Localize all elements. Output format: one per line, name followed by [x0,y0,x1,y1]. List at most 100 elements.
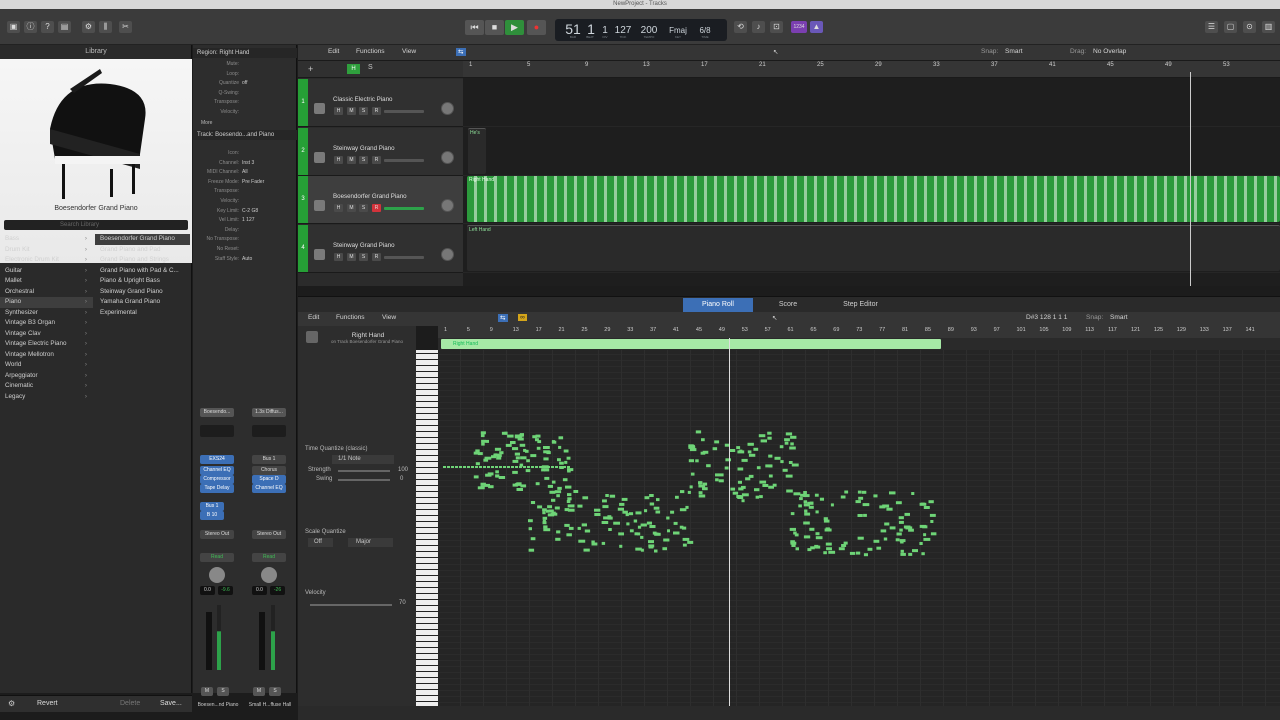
midi-note[interactable] [628,512,634,516]
category-item[interactable]: World › [0,360,93,371]
strip2-mute[interactable]: M [253,687,265,696]
midi-note[interactable] [814,493,819,497]
strip1-fader[interactable] [206,612,212,670]
midi-note[interactable] [666,516,670,520]
midi-note[interactable] [900,549,904,553]
editors-button[interactable]: ✂ [119,21,132,33]
midi-note[interactable] [841,544,847,547]
midi-note[interactable] [904,512,911,516]
track-name[interactable]: Steinway Grand Piano [333,242,395,249]
strip1-output[interactable]: Stereo Out [200,530,234,539]
strip1-setting[interactable]: Boesendo... [200,408,234,417]
midi-note[interactable] [488,485,494,489]
midi-note[interactable] [855,551,861,555]
record-arm-button[interactable]: R [372,107,381,115]
midi-note[interactable] [714,440,720,444]
midi-note[interactable] [542,511,546,515]
midi-note[interactable] [889,526,896,530]
midi-note[interactable] [895,538,900,542]
midi-note[interactable] [551,511,556,515]
midi-note[interactable] [499,466,502,468]
midi-note[interactable] [736,446,741,450]
midi-note[interactable] [803,491,807,494]
midi-note[interactable] [923,533,927,537]
midi-note[interactable] [670,510,675,514]
midi-note[interactable] [809,527,815,531]
midi-note[interactable] [566,500,571,503]
midi-note[interactable] [523,448,527,452]
mute-track-button[interactable]: M [347,155,356,164]
midi-note[interactable] [840,495,846,499]
tab-piano-roll[interactable]: Piano Roll [683,298,753,312]
midi-note[interactable] [826,547,832,551]
midi-note[interactable] [499,451,504,455]
browser-button[interactable]: ▥ [1262,21,1275,33]
track-header[interactable]: 2 Steinway Grand Piano H M S R [298,127,463,176]
strip1-send-1[interactable]: Bus 1 [200,502,224,511]
midi-note[interactable] [512,459,519,463]
midi-note[interactable] [762,484,769,487]
midi-note[interactable] [527,466,530,468]
midi-note[interactable] [803,521,810,525]
midi-note[interactable] [531,466,534,468]
midi-note[interactable] [687,540,694,544]
track-volume-slider[interactable] [384,110,424,113]
category-item[interactable]: Vintage Mellotron › [0,350,93,361]
pointer-tool-icon[interactable]: ↖ [773,48,779,56]
mixer-button[interactable]: ⫼ [99,21,112,33]
notepad-button[interactable]: ▢ [1224,21,1237,33]
midi-note[interactable] [494,447,502,451]
midi-note[interactable] [673,531,680,535]
midi-note[interactable] [567,508,575,512]
piano-roll-grid[interactable] [438,350,1280,708]
editor-playhead[interactable] [729,338,730,708]
midi-note[interactable] [498,476,506,479]
midi-note[interactable] [654,549,658,553]
midi-note[interactable] [563,466,566,468]
midi-note[interactable] [607,516,613,520]
midi-note[interactable] [863,513,867,517]
midi-note[interactable] [804,512,811,516]
mute-track-button[interactable]: M [347,107,356,115]
midi-note[interactable] [491,466,494,468]
category-item[interactable]: Guitar › [0,266,93,277]
track-volume-slider[interactable] [384,158,424,162]
midi-note[interactable] [876,546,882,550]
midi-note[interactable] [568,526,574,530]
midi-note[interactable] [767,436,772,440]
midi-note[interactable] [900,540,904,544]
record-arm-button[interactable]: R [372,155,381,164]
midi-note[interactable] [803,500,808,504]
midi-note[interactable] [928,500,934,504]
midi-note[interactable] [782,468,788,472]
track-name[interactable]: Steinway Grand Piano [333,145,395,152]
midi-note[interactable] [900,552,906,556]
editor-catch-icon[interactable]: ⇆ [498,314,508,322]
midi-note[interactable] [682,537,690,541]
track-pan-knob[interactable] [441,150,454,164]
midi-note[interactable] [799,497,803,501]
tracks-drag-select[interactable]: No Overlap [1093,48,1126,55]
midi-note[interactable] [564,523,570,527]
midi-note[interactable] [741,458,748,462]
solo-track-button[interactable]: S [359,155,368,164]
midi-note[interactable] [706,464,711,468]
midi-note[interactable] [680,490,685,494]
midi-note[interactable] [609,494,616,498]
midi-note[interactable] [584,529,591,533]
category-item[interactable]: Mallet › [0,276,93,287]
midi-note[interactable] [495,470,499,474]
midi-note[interactable] [515,456,520,460]
editor-scrollbar[interactable] [298,706,1280,720]
midi-note[interactable] [479,466,482,468]
midi-note[interactable] [467,466,470,468]
midi-note[interactable] [637,525,642,529]
midi-note[interactable] [815,510,819,514]
midi-note[interactable] [547,505,552,509]
patch-item[interactable]: Steinway Grand Piano [95,287,190,298]
midi-note[interactable] [857,490,862,494]
midi-note[interactable] [543,525,548,529]
midi-note[interactable] [510,441,516,444]
strip1-pan-knob[interactable] [209,567,225,583]
midi-note[interactable] [583,548,590,552]
